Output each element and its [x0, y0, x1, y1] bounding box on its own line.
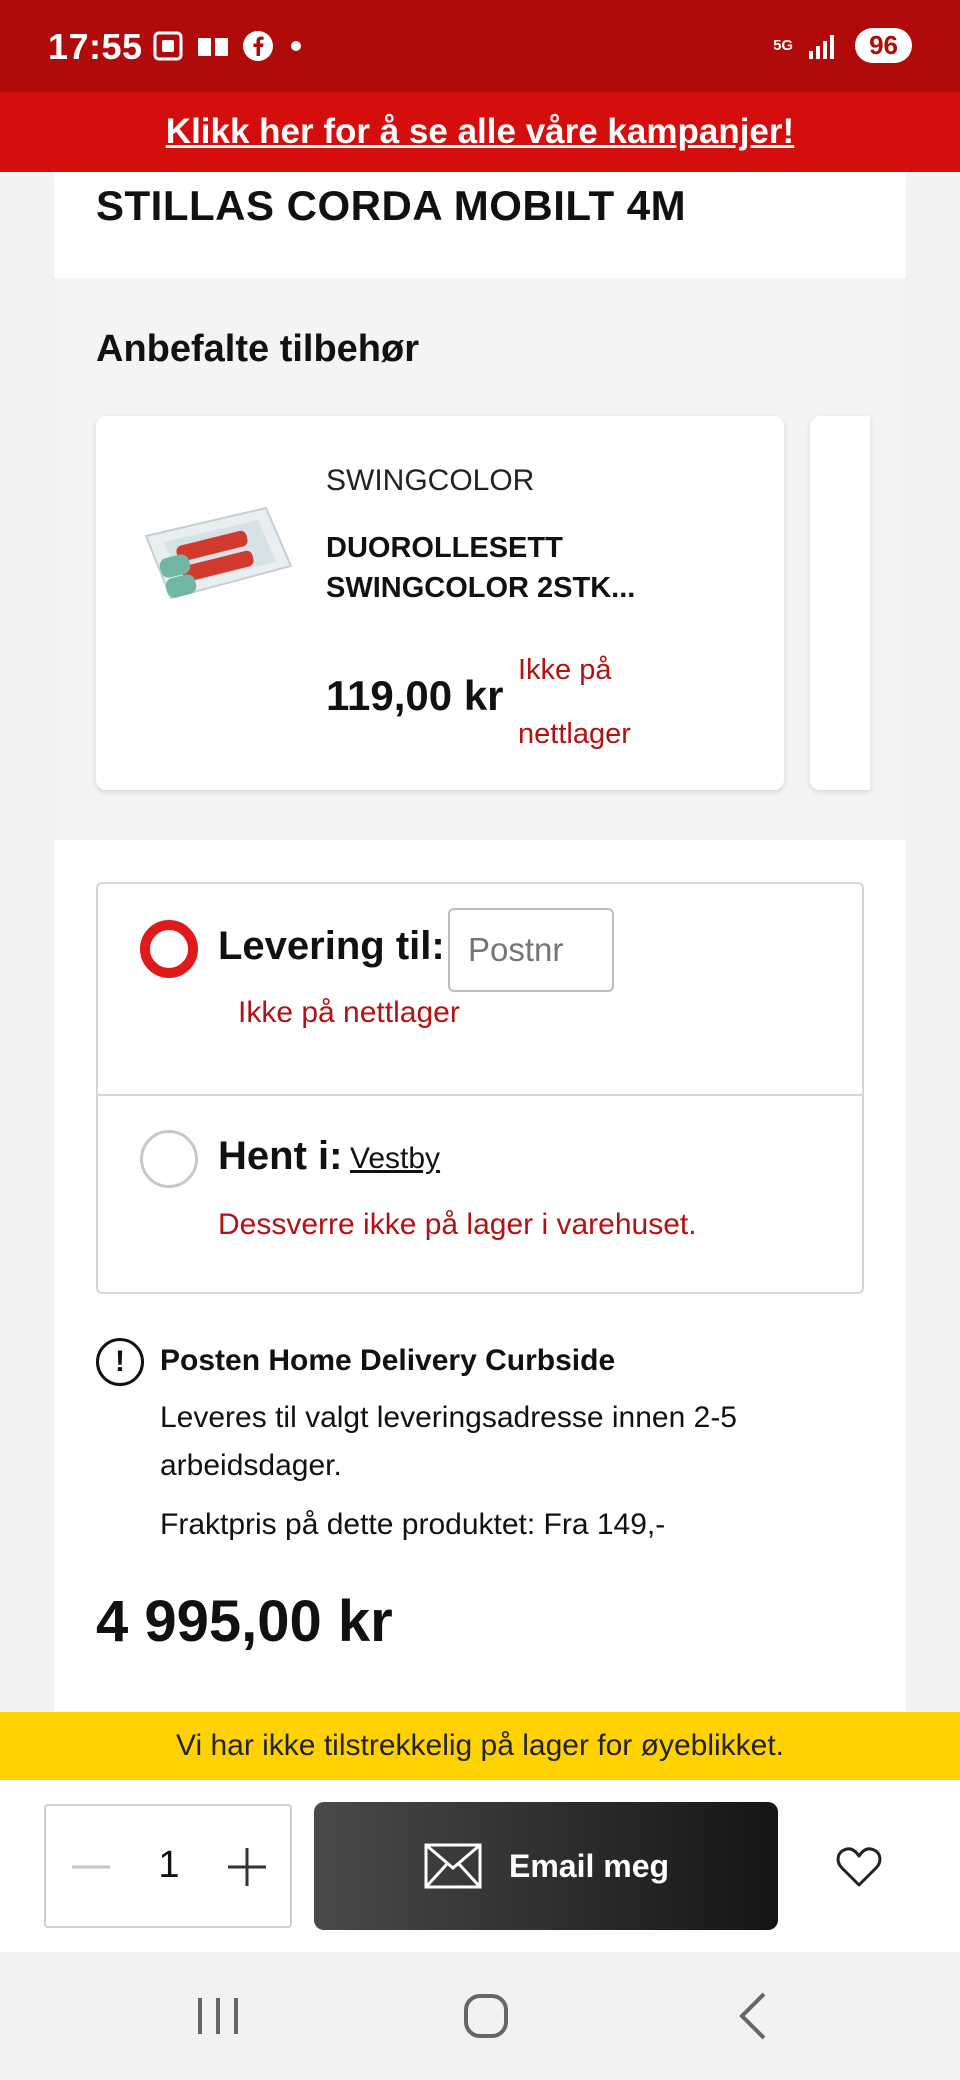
envelope-icon	[424, 1843, 482, 1889]
divider	[98, 1094, 862, 1096]
battery-level: 96	[855, 28, 912, 63]
shipping-description: Leveres til valgt leveringsadresse innen…	[160, 1401, 737, 1482]
status-bar: 17:55 5G 96	[0, 0, 960, 92]
shipping-method-title: Posten Home Delivery Curbside	[160, 1344, 616, 1377]
network-type: 5G	[773, 36, 794, 54]
pickup-stock-status: Dessverre ikke på lager i varehuset.	[218, 1208, 697, 1241]
accessory-card[interactable]: SWINGCOLOR DUOROLLESETT SWINGCOLOR 2STK.…	[96, 416, 784, 790]
delivery-stock-status: Ikke på nettlager	[238, 996, 460, 1029]
signal-icon	[809, 34, 835, 59]
accessory-name[interactable]: DUOROLLESETT SWINGCOLOR 2STK...	[326, 528, 746, 608]
heart-icon[interactable]	[834, 1842, 884, 1892]
delivery-label: Levering til:	[218, 924, 445, 968]
info-icon: !	[96, 1338, 144, 1386]
accessory-card-next[interactable]	[810, 416, 870, 790]
campaign-banner: Klikk her for å se alle våre kampanjer!	[0, 92, 960, 172]
plus-icon[interactable]	[222, 1842, 272, 1892]
recent-apps-icon[interactable]	[188, 1988, 248, 2044]
notification-icons	[152, 30, 306, 62]
stock-warning-banner: Vi har ikke tilstrekkelig på lager for ø…	[0, 1712, 960, 1780]
back-icon[interactable]	[724, 1988, 784, 2044]
pickup-label: Hent i:	[218, 1134, 343, 1178]
postnr-input[interactable]	[448, 908, 614, 992]
accessories-heading: Anbefalte tilbehør	[96, 328, 420, 370]
email-me-button[interactable]: Email meg	[314, 1802, 778, 1930]
product-content: STILLAS CORDA MOBILT 4M Anbefalte tilbeh…	[54, 172, 906, 1712]
quantity-value[interactable]: 1	[146, 1844, 192, 1887]
screenshot-icon	[153, 31, 183, 61]
facebook-icon	[243, 31, 273, 61]
product-title: STILLAS CORDA MOBILT 4M	[96, 182, 687, 229]
campaign-link[interactable]: Klikk her for å se alle våre kampanjer!	[166, 112, 794, 151]
home-icon[interactable]	[456, 1988, 516, 2044]
notification-dot-icon	[291, 41, 301, 51]
minus-icon[interactable]	[66, 1842, 116, 1892]
accessories-section: Anbefalte tilbehør SWINGCOLOR DUOROLLESE…	[54, 278, 906, 840]
quantity-stepper: 1	[44, 1804, 292, 1928]
email-me-label: Email meg	[508, 1847, 670, 1884]
book-icon	[198, 38, 228, 56]
delivery-options: Levering til: Ikke på nettlager Hent i: …	[96, 882, 864, 1294]
radio-pickup[interactable]	[140, 1130, 198, 1188]
paint-roller-set-image[interactable]	[136, 486, 296, 626]
accessory-brand: SWINGCOLOR	[326, 464, 535, 497]
product-price: 4 995,00 kr	[96, 1589, 393, 1654]
accessory-price: 119,00 kr	[326, 672, 504, 719]
status-time: 17:55	[48, 26, 143, 67]
freight-price: Fraktpris på dette produktet: Fra 149,-	[160, 1508, 666, 1541]
pickup-store-link[interactable]: Vestby	[350, 1142, 440, 1176]
action-bar: 1 Email meg	[0, 1780, 960, 1952]
system-navigation-bar	[0, 1952, 960, 2080]
accessory-stock-status: Ikke på nettlager	[518, 654, 631, 750]
radio-delivery[interactable]	[140, 920, 198, 978]
